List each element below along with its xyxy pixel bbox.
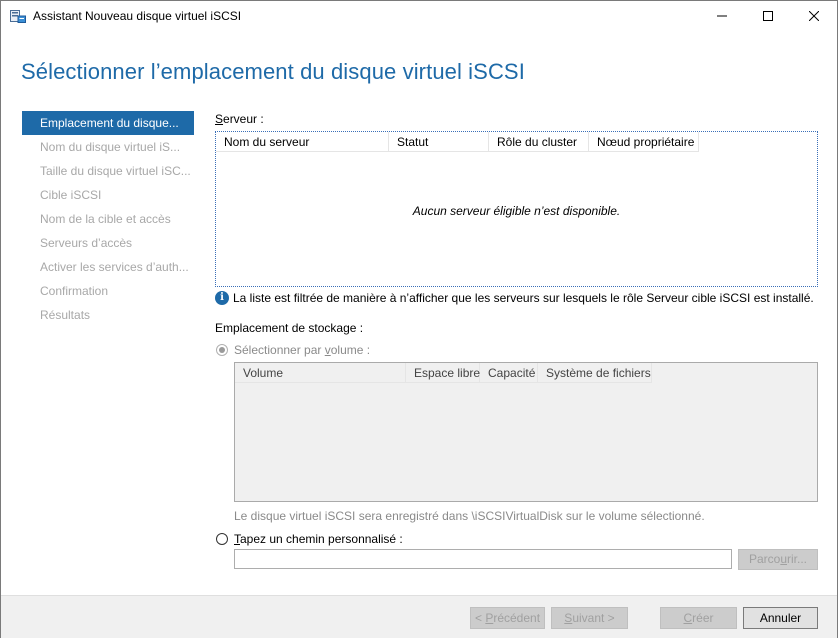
server-filter-info-text: La liste est filtrée de manière à n’affi… xyxy=(233,291,814,305)
nav-step-confirmation: Confirmation xyxy=(40,284,109,298)
nav-step-auth-services: Activer les services d’auth... xyxy=(40,260,189,274)
nav-step-results: Résultats xyxy=(40,308,91,322)
wizard-steps-nav: Emplacement du disque... Nom du disque v… xyxy=(22,111,194,327)
close-icon xyxy=(809,11,819,21)
custom-path-option[interactable]: Tapez un chemin personnalisé : xyxy=(216,532,403,546)
next-button[interactable]: Suivant > xyxy=(551,607,628,629)
select-by-volume-label: Sélectionner par volume : xyxy=(234,343,371,357)
column-capacity[interactable]: Capacité xyxy=(480,363,538,383)
custom-path-input[interactable] xyxy=(234,549,732,569)
custom-path-radio[interactable] xyxy=(216,533,228,545)
iscsi-disk-icon xyxy=(10,9,26,23)
server-list-empty-message: Aucun serveur éligible n’est disponible. xyxy=(412,204,621,218)
column-volume[interactable]: Volume xyxy=(235,363,406,383)
volume-list[interactable]: Volume Espace libre Capacité Système de … xyxy=(234,362,818,502)
nav-step-access-servers: Serveurs d’accès xyxy=(40,236,133,250)
column-owner-node[interactable]: Nœud propriétaire xyxy=(589,132,699,152)
nav-step-iscsi-target: Cible iSCSI xyxy=(40,188,102,202)
column-free-space[interactable]: Espace libre xyxy=(406,363,480,383)
close-button[interactable] xyxy=(791,1,837,31)
maximize-icon xyxy=(763,11,773,21)
page-title: Sélectionner l’emplacement du disque vir… xyxy=(21,59,525,84)
select-by-volume-radio[interactable] xyxy=(216,344,228,356)
wizard-content: Emplacement du disque... Nom du disque v… xyxy=(1,101,837,595)
nav-step-target-name: Nom de la cible et accès xyxy=(40,212,171,226)
nav-step-location[interactable]: Emplacement du disque... xyxy=(22,111,194,135)
previous-button[interactable]: < Précédent xyxy=(470,607,545,629)
create-button[interactable]: Créer xyxy=(660,607,737,629)
wizard-header: Sélectionner l’emplacement du disque vir… xyxy=(1,31,837,101)
column-server-name[interactable]: Nom du serveur xyxy=(216,132,389,152)
info-icon: i xyxy=(215,291,229,305)
volume-note: Le disque virtuel iSCSI sera enregistré … xyxy=(234,509,705,523)
title-bar: Assistant Nouveau disque virtuel iSCSI xyxy=(1,1,837,31)
maximize-button[interactable] xyxy=(745,1,791,31)
volume-list-header: Volume Espace libre Capacité Système de … xyxy=(235,363,652,383)
column-status[interactable]: Statut xyxy=(389,132,489,152)
minimize-button[interactable] xyxy=(699,1,745,31)
select-by-volume-option[interactable]: Sélectionner par volume : xyxy=(216,343,370,357)
column-file-system[interactable]: Système de fichiers xyxy=(538,363,652,383)
wizard-window: Assistant Nouveau disque virtuel iSCSI S… xyxy=(0,0,838,638)
browse-button[interactable]: Parcourir... xyxy=(738,549,818,570)
server-list-header: Nom du serveur Statut Rôle du cluster Nœ… xyxy=(216,132,699,152)
server-label: Serveur : xyxy=(215,112,264,126)
wizard-footer: < Précédent Suivant > Créer Annuler xyxy=(1,595,837,638)
window-title: Assistant Nouveau disque virtuel iSCSI xyxy=(33,9,242,23)
server-list[interactable]: Nom du serveur Statut Rôle du cluster Nœ… xyxy=(215,131,818,287)
cancel-button[interactable]: Annuler xyxy=(743,607,818,629)
storage-location-label: Emplacement de stockage : xyxy=(215,321,364,335)
custom-path-label: Tapez un chemin personnalisé : xyxy=(234,532,403,546)
minimize-icon xyxy=(717,15,727,17)
nav-step-disk-size: Taille du disque virtuel iSC... xyxy=(40,164,191,178)
nav-step-disk-name: Nom du disque virtuel iS... xyxy=(40,140,181,154)
column-cluster-role[interactable]: Rôle du cluster xyxy=(489,132,589,152)
server-filter-info: i La liste est filtrée de manière à n’af… xyxy=(215,291,814,305)
